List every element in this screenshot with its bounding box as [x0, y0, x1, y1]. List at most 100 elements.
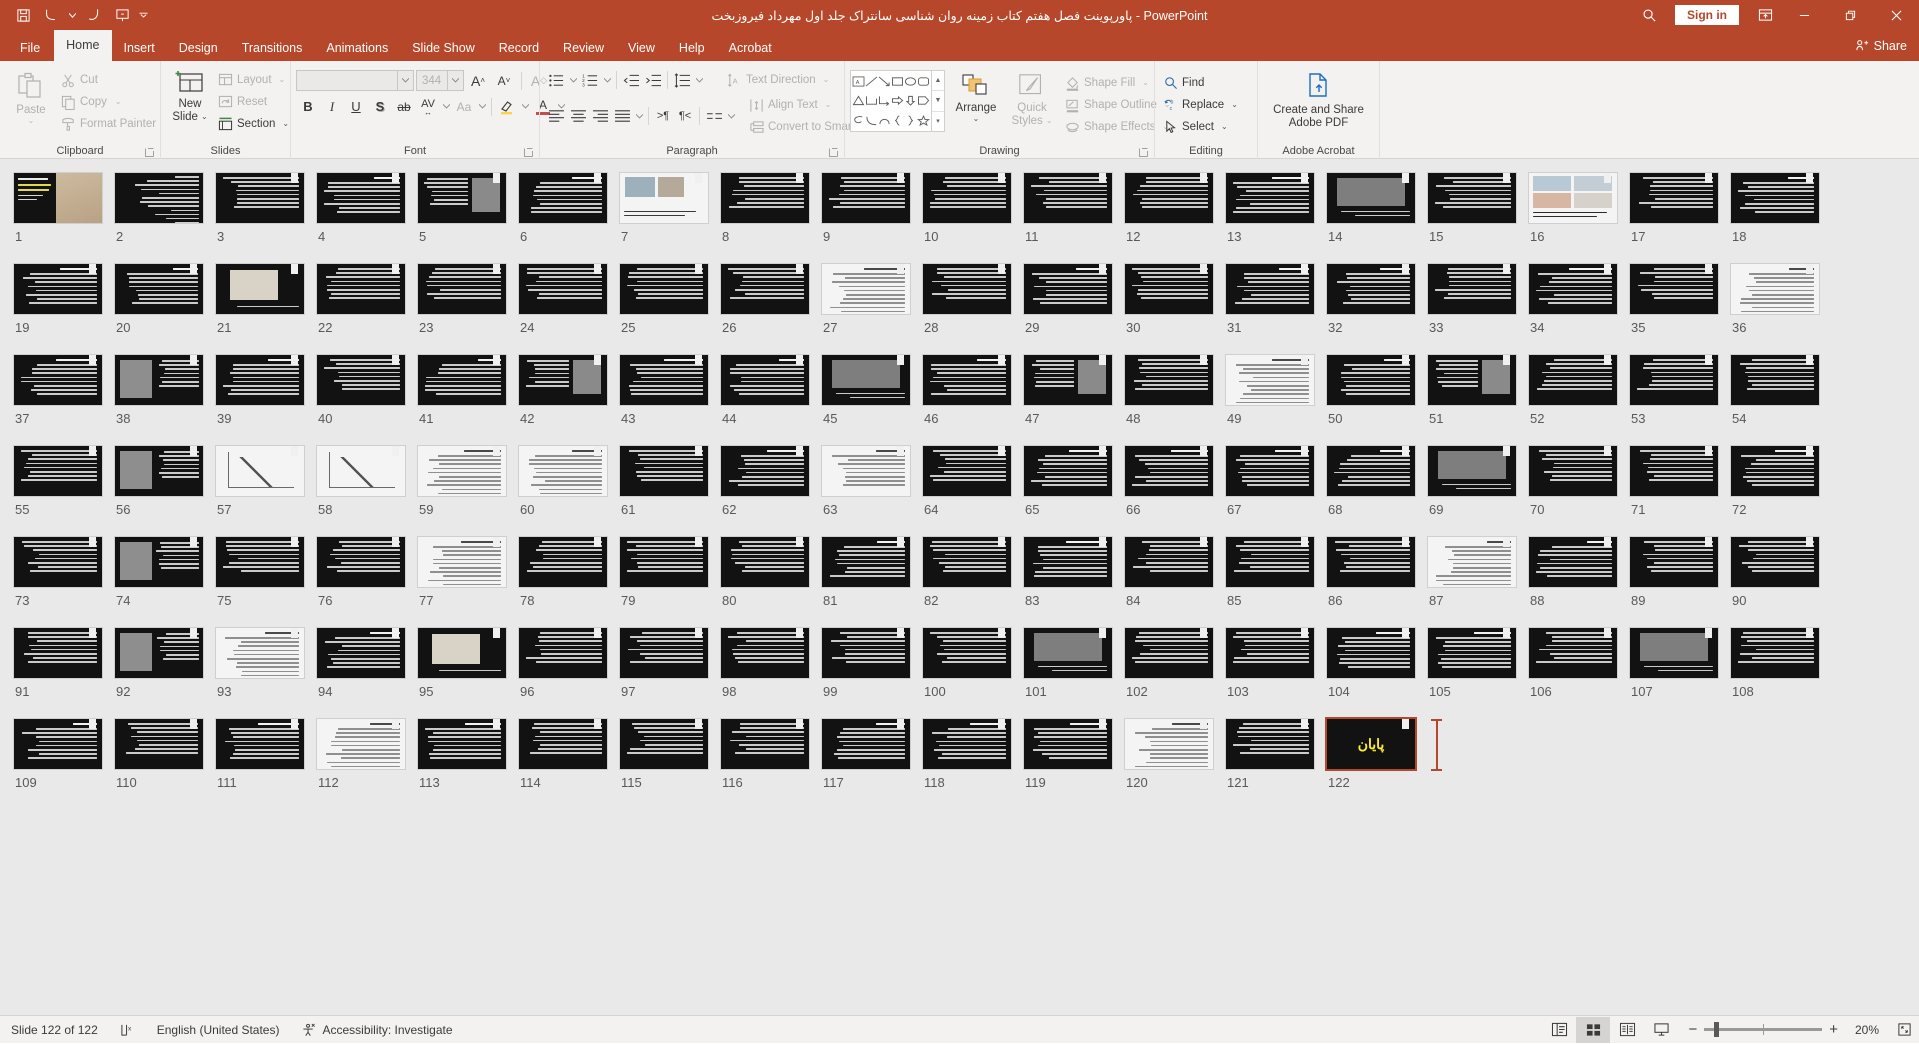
tab-help[interactable]: Help: [667, 35, 717, 61]
layout-button[interactable]: Layout ⌄: [214, 69, 293, 91]
slide-thumbnail-10[interactable]: [923, 173, 1011, 223]
slide-thumbnail-cell[interactable]: 89: [1630, 537, 1731, 628]
slide-thumbnail-cell[interactable]: 100: [923, 628, 1024, 719]
slide-thumbnail-18[interactable]: [1731, 173, 1819, 223]
slide-thumbnail-90[interactable]: [1731, 537, 1819, 587]
slide-thumbnail-cell[interactable]: 55: [14, 446, 115, 537]
font-size-dropdown-icon[interactable]: [447, 71, 463, 90]
slide-thumbnail-cell[interactable]: 65: [1024, 446, 1125, 537]
slide-thumbnail-122[interactable]: پایان: [1327, 719, 1415, 769]
highlight-dropdown-icon[interactable]: [519, 96, 531, 118]
slide-thumbnail-cell[interactable]: 108: [1731, 628, 1832, 719]
accessibility-status[interactable]: Accessibility: Investigate: [290, 1016, 463, 1044]
slide-thumbnail-cell[interactable]: 54: [1731, 355, 1832, 446]
bullets-button[interactable]: [545, 69, 567, 91]
slide-thumbnail-cell[interactable]: 114: [519, 719, 620, 810]
slide-thumbnail-cell[interactable]: 92: [115, 628, 216, 719]
slide-thumbnail-67[interactable]: [1226, 446, 1314, 496]
slide-thumbnail-cell[interactable]: 104: [1327, 628, 1428, 719]
slide-thumbnail-36[interactable]: [1731, 264, 1819, 314]
slide-thumbnail-113[interactable]: [418, 719, 506, 769]
slide-thumbnail-106[interactable]: [1529, 628, 1617, 678]
slide-thumbnail-cell[interactable]: 119: [1024, 719, 1125, 810]
character-spacing-button[interactable]: AV ↔: [416, 95, 440, 118]
slide-thumbnail-80[interactable]: [721, 537, 809, 587]
slide-thumbnail-cell[interactable]: 34: [1529, 264, 1630, 355]
slide-thumbnail-50[interactable]: [1327, 355, 1415, 405]
language-indicator[interactable]: English (United States): [146, 1016, 291, 1044]
tab-design[interactable]: Design: [167, 35, 230, 61]
character-spacing-dropdown-icon[interactable]: [440, 96, 452, 118]
slide-thumbnail-cell[interactable]: 112: [317, 719, 418, 810]
slide-thumbnail-cell[interactable]: 86: [1327, 537, 1428, 628]
slide-thumbnail-cell[interactable]: 88: [1529, 537, 1630, 628]
slide-thumbnail-cell[interactable]: 6: [519, 173, 620, 264]
slide-thumbnail-112[interactable]: [317, 719, 405, 769]
slide-thumbnail-cell[interactable]: 58: [317, 446, 418, 537]
arrange-button[interactable]: Arrange ⌄: [949, 70, 1003, 125]
slide-thumbnail-41[interactable]: [418, 355, 506, 405]
slide-thumbnail-22[interactable]: [317, 264, 405, 314]
slide-thumbnail-31[interactable]: [1226, 264, 1314, 314]
slide-thumbnail-61[interactable]: [620, 446, 708, 496]
slide-thumbnail-65[interactable]: [1024, 446, 1112, 496]
slide-thumbnail-cell[interactable]: 44: [721, 355, 822, 446]
slide-thumbnail-96[interactable]: [519, 628, 607, 678]
undo-dropdown-icon[interactable]: [66, 3, 79, 27]
slide-thumbnail-3[interactable]: [216, 173, 304, 223]
slide-thumbnail-52[interactable]: [1529, 355, 1617, 405]
slide-thumbnail-16[interactable]: [1529, 173, 1617, 223]
slide-thumbnail-cell[interactable]: 26: [721, 264, 822, 355]
slideshow-icon[interactable]: [109, 3, 135, 27]
slide-thumbnail-8[interactable]: [721, 173, 809, 223]
sign-in-button[interactable]: Sign in: [1675, 5, 1739, 25]
slide-thumbnail-cell[interactable]: 115: [620, 719, 721, 810]
slide-thumbnail-cell[interactable]: 83: [1024, 537, 1125, 628]
columns-dropdown-icon[interactable]: [725, 105, 737, 127]
new-slide-button[interactable]: New Slide ⌄: [166, 66, 214, 125]
slide-thumbnail-60[interactable]: [519, 446, 607, 496]
shape-elbow-arrow-icon[interactable]: [878, 91, 891, 110]
slide-thumbnail-cell[interactable]: 23: [418, 264, 519, 355]
slide-thumbnail-cell[interactable]: 51: [1428, 355, 1529, 446]
slide-thumbnail-9[interactable]: [822, 173, 910, 223]
shape-oval-icon[interactable]: [904, 72, 917, 91]
shape-right-brace-icon[interactable]: [904, 111, 917, 130]
slide-thumbnail-cell[interactable]: 117: [822, 719, 923, 810]
slide-thumbnail-cell[interactable]: 103: [1226, 628, 1327, 719]
slide-thumbnail-cell[interactable]: 62: [721, 446, 822, 537]
slide-thumbnail-21[interactable]: [216, 264, 304, 314]
slide-thumbnail-cell[interactable]: 109: [14, 719, 115, 810]
slide-thumbnail-71[interactable]: [1630, 446, 1718, 496]
slide-thumbnail-cell[interactable]: 74: [115, 537, 216, 628]
slide-thumbnail-119[interactable]: [1024, 719, 1112, 769]
tab-transitions[interactable]: Transitions: [230, 35, 315, 61]
slide-thumbnail-97[interactable]: [620, 628, 708, 678]
decrease-font-size-button[interactable]: A˅: [492, 69, 516, 92]
slide-thumbnail-45[interactable]: [822, 355, 910, 405]
slide-thumbnail-cell[interactable]: 29: [1024, 264, 1125, 355]
undo-icon[interactable]: [38, 3, 64, 27]
slide-thumbnail-115[interactable]: [620, 719, 708, 769]
slide-thumbnail-40[interactable]: [317, 355, 405, 405]
shape-textbox-icon[interactable]: A: [852, 72, 865, 91]
slide-thumbnail-cell[interactable]: 71: [1630, 446, 1731, 537]
shape-triangle-icon[interactable]: [852, 91, 865, 110]
shapes-more-icon[interactable]: ▾: [932, 112, 944, 131]
slide-thumbnail-cell[interactable]: 15: [1428, 173, 1529, 264]
slide-thumbnail-cell[interactable]: 61: [620, 446, 721, 537]
slide-thumbnail-cell[interactable]: 118: [923, 719, 1024, 810]
zoom-slider-handle[interactable]: [1714, 1022, 1719, 1037]
slide-thumbnail-25[interactable]: [620, 264, 708, 314]
shape-right-arrow-icon[interactable]: [891, 91, 904, 110]
section-button[interactable]: Section ⌄: [214, 113, 293, 135]
bold-button[interactable]: B: [296, 95, 320, 118]
slide-thumbnail-cell[interactable]: 70: [1529, 446, 1630, 537]
font-dialog-launcher-icon[interactable]: [523, 147, 534, 158]
slide-thumbnail-cell[interactable]: 60: [519, 446, 620, 537]
shape-star-icon[interactable]: [917, 111, 930, 130]
slide-thumbnail-5[interactable]: [418, 173, 506, 223]
slide-thumbnail-cell[interactable]: 37: [14, 355, 115, 446]
increase-font-size-button[interactable]: A˄: [466, 69, 490, 92]
slide-thumbnail-92[interactable]: [115, 628, 203, 678]
